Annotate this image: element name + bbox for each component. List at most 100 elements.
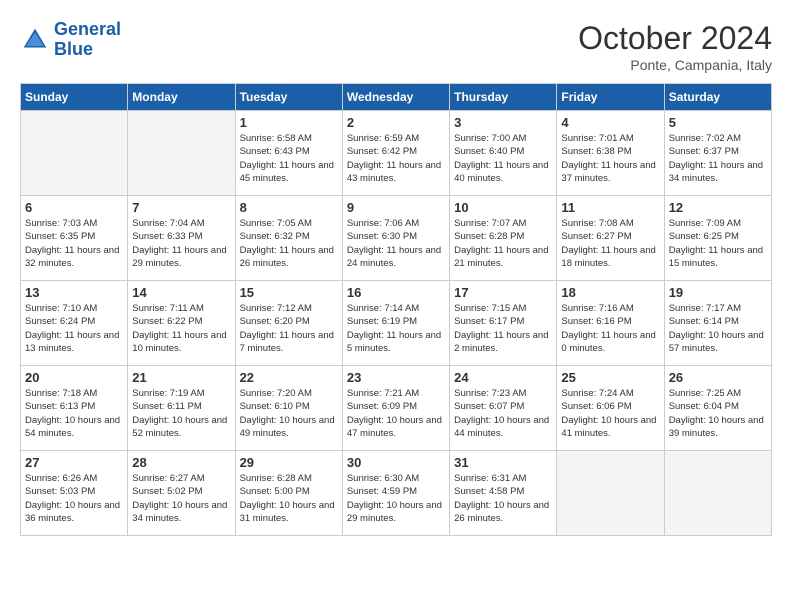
day-cell: 23 Sunrise: 7:21 AMSunset: 6:09 PMDayligh… xyxy=(342,366,449,451)
day-cell: 14Sunrise: 7:11 AMSunset: 6:22 PMDayligh… xyxy=(128,281,235,366)
day-cell: 2 Sunrise: 6:59 AMSunset: 6:42 PMDaylight… xyxy=(342,111,449,196)
day-number: 31 xyxy=(454,455,552,470)
day-detail: Sunrise: 7:09 AMSunset: 6:25 PMDaylight:… xyxy=(669,217,767,270)
day-number: 7 xyxy=(132,200,230,215)
day-detail: Sunrise: 6:26 AMSunset: 5:03 PMDaylight:… xyxy=(25,472,123,525)
day-detail: Sunrise: 6:31 AMSunset: 4:58 PMDaylight:… xyxy=(454,472,552,525)
day-cell: 6Sunrise: 7:03 AMSunset: 6:35 PMDaylight… xyxy=(21,196,128,281)
day-cell: 19 Sunrise: 7:17 AMSunset: 6:14 PMDayligh… xyxy=(664,281,771,366)
day-detail: Sunrise: 7:25 AMSunset: 6:04 PMDaylight:… xyxy=(669,387,767,440)
day-number: 3 xyxy=(454,115,552,130)
day-detail: Sunrise: 7:21 AMSunset: 6:09 PMDaylight:… xyxy=(347,387,445,440)
day-detail: Sunrise: 7:07 AMSunset: 6:28 PMDaylight:… xyxy=(454,217,552,270)
col-header-tuesday: Tuesday xyxy=(235,84,342,111)
day-cell: 9Sunrise: 7:06 AMSunset: 6:30 PMDaylight… xyxy=(342,196,449,281)
day-detail: Sunrise: 7:17 AMSunset: 6:14 PMDaylight:… xyxy=(669,302,767,355)
day-detail: Sunrise: 7:12 AMSunset: 6:20 PMDaylight:… xyxy=(240,302,338,355)
day-cell: 28Sunrise: 6:27 AMSunset: 5:02 PMDayligh… xyxy=(128,451,235,536)
week-row-3: 13 Sunrise: 7:10 AMSunset: 6:24 PMDayligh… xyxy=(21,281,772,366)
day-number: 15 xyxy=(240,285,338,300)
day-cell: 17 Sunrise: 7:15 AMSunset: 6:17 PMDayligh… xyxy=(450,281,557,366)
col-header-wednesday: Wednesday xyxy=(342,84,449,111)
day-cell: 4Sunrise: 7:01 AMSunset: 6:38 PMDaylight… xyxy=(557,111,664,196)
day-cell: 12 Sunrise: 7:09 AMSunset: 6:25 PMDayligh… xyxy=(664,196,771,281)
week-row-5: 27Sunrise: 6:26 AMSunset: 5:03 PMDayligh… xyxy=(21,451,772,536)
day-detail: Sunrise: 7:10 AMSunset: 6:24 PMDaylight:… xyxy=(25,302,123,355)
day-detail: Sunrise: 6:30 AMSunset: 4:59 PMDaylight:… xyxy=(347,472,445,525)
calendar-table: SundayMondayTuesdayWednesdayThursdayFrid… xyxy=(20,83,772,536)
day-cell: 22 Sunrise: 7:20 AMSunset: 6:10 PMDayligh… xyxy=(235,366,342,451)
day-detail: Sunrise: 6:28 AMSunset: 5:00 PMDaylight:… xyxy=(240,472,338,525)
logo: General Blue xyxy=(20,20,121,60)
day-detail: Sunrise: 7:11 AMSunset: 6:22 PMDaylight:… xyxy=(132,302,230,355)
day-cell: 13 Sunrise: 7:10 AMSunset: 6:24 PMDayligh… xyxy=(21,281,128,366)
col-header-monday: Monday xyxy=(128,84,235,111)
day-cell: 16 Sunrise: 7:14 AMSunset: 6:19 PMDayligh… xyxy=(342,281,449,366)
col-header-friday: Friday xyxy=(557,84,664,111)
day-number: 19 xyxy=(669,285,767,300)
day-detail: Sunrise: 6:27 AMSunset: 5:02 PMDaylight:… xyxy=(132,472,230,525)
page-header: General Blue October 2024 Ponte, Campani… xyxy=(20,20,772,73)
day-number: 24 xyxy=(454,370,552,385)
day-cell xyxy=(128,111,235,196)
day-detail: Sunrise: 7:08 AMSunset: 6:27 PMDaylight:… xyxy=(561,217,659,270)
day-detail: Sunrise: 6:58 AMSunset: 6:43 PMDaylight:… xyxy=(240,132,338,185)
day-cell: 11 Sunrise: 7:08 AMSunset: 6:27 PMDayligh… xyxy=(557,196,664,281)
location-subtitle: Ponte, Campania, Italy xyxy=(578,57,772,73)
logo-line1: General xyxy=(54,19,121,39)
day-cell: 18Sunrise: 7:16 AMSunset: 6:16 PMDayligh… xyxy=(557,281,664,366)
day-number: 4 xyxy=(561,115,659,130)
day-cell: 5Sunrise: 7:02 AMSunset: 6:37 PMDaylight… xyxy=(664,111,771,196)
day-number: 10 xyxy=(454,200,552,215)
day-detail: Sunrise: 7:03 AMSunset: 6:35 PMDaylight:… xyxy=(25,217,123,270)
day-detail: Sunrise: 7:00 AMSunset: 6:40 PMDaylight:… xyxy=(454,132,552,185)
day-cell: 20 Sunrise: 7:18 AMSunset: 6:13 PMDayligh… xyxy=(21,366,128,451)
day-number: 12 xyxy=(669,200,767,215)
day-detail: Sunrise: 7:19 AMSunset: 6:11 PMDaylight:… xyxy=(132,387,230,440)
day-cell: 27Sunrise: 6:26 AMSunset: 5:03 PMDayligh… xyxy=(21,451,128,536)
day-detail: Sunrise: 7:20 AMSunset: 6:10 PMDaylight:… xyxy=(240,387,338,440)
day-number: 18 xyxy=(561,285,659,300)
day-detail: Sunrise: 7:24 AMSunset: 6:06 PMDaylight:… xyxy=(561,387,659,440)
day-detail: Sunrise: 7:05 AMSunset: 6:32 PMDaylight:… xyxy=(240,217,338,270)
col-header-thursday: Thursday xyxy=(450,84,557,111)
day-number: 17 xyxy=(454,285,552,300)
col-header-saturday: Saturday xyxy=(664,84,771,111)
title-block: October 2024 Ponte, Campania, Italy xyxy=(578,20,772,73)
day-number: 26 xyxy=(669,370,767,385)
week-row-2: 6Sunrise: 7:03 AMSunset: 6:35 PMDaylight… xyxy=(21,196,772,281)
day-number: 30 xyxy=(347,455,445,470)
day-cell: 29 Sunrise: 6:28 AMSunset: 5:00 PMDayligh… xyxy=(235,451,342,536)
day-number: 13 xyxy=(25,285,123,300)
day-number: 23 xyxy=(347,370,445,385)
day-number: 22 xyxy=(240,370,338,385)
day-detail: Sunrise: 7:06 AMSunset: 6:30 PMDaylight:… xyxy=(347,217,445,270)
day-number: 11 xyxy=(561,200,659,215)
day-cell xyxy=(21,111,128,196)
day-cell xyxy=(664,451,771,536)
day-detail: Sunrise: 6:59 AMSunset: 6:42 PMDaylight:… xyxy=(347,132,445,185)
day-number: 20 xyxy=(25,370,123,385)
day-number: 2 xyxy=(347,115,445,130)
day-cell xyxy=(557,451,664,536)
day-cell: 3 Sunrise: 7:00 AMSunset: 6:40 PMDaylight… xyxy=(450,111,557,196)
logo-icon xyxy=(20,25,50,55)
day-number: 1 xyxy=(240,115,338,130)
day-cell: 25Sunrise: 7:24 AMSunset: 6:06 PMDayligh… xyxy=(557,366,664,451)
logo-line2: Blue xyxy=(54,40,121,60)
day-cell: 15 Sunrise: 7:12 AMSunset: 6:20 PMDayligh… xyxy=(235,281,342,366)
day-detail: Sunrise: 7:23 AMSunset: 6:07 PMDaylight:… xyxy=(454,387,552,440)
day-cell: 10 Sunrise: 7:07 AMSunset: 6:28 PMDayligh… xyxy=(450,196,557,281)
day-detail: Sunrise: 7:18 AMSunset: 6:13 PMDaylight:… xyxy=(25,387,123,440)
day-detail: Sunrise: 7:14 AMSunset: 6:19 PMDaylight:… xyxy=(347,302,445,355)
day-detail: Sunrise: 7:15 AMSunset: 6:17 PMDaylight:… xyxy=(454,302,552,355)
day-number: 29 xyxy=(240,455,338,470)
day-number: 5 xyxy=(669,115,767,130)
day-cell: 1 Sunrise: 6:58 AMSunset: 6:43 PMDaylight… xyxy=(235,111,342,196)
day-number: 16 xyxy=(347,285,445,300)
week-row-4: 20 Sunrise: 7:18 AMSunset: 6:13 PMDayligh… xyxy=(21,366,772,451)
col-header-sunday: Sunday xyxy=(21,84,128,111)
day-cell: 26 Sunrise: 7:25 AMSunset: 6:04 PMDayligh… xyxy=(664,366,771,451)
month-title: October 2024 xyxy=(578,20,772,57)
day-cell: 30 Sunrise: 6:30 AMSunset: 4:59 PMDayligh… xyxy=(342,451,449,536)
